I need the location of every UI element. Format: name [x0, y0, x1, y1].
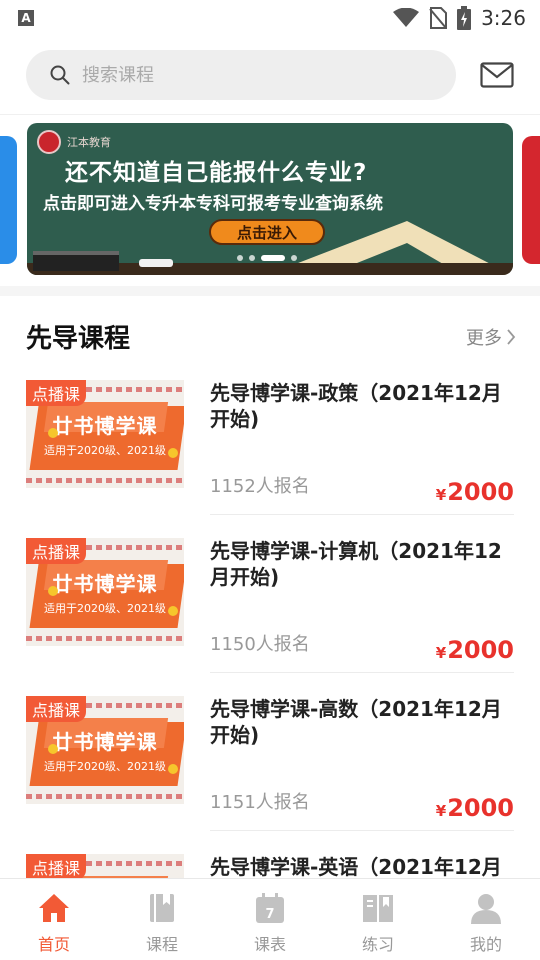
home-icon: [37, 891, 71, 925]
calendar-icon: 7: [253, 891, 287, 925]
currency-symbol: ¥: [435, 486, 447, 504]
clock: 3:26: [481, 6, 526, 30]
carousel-dot[interactable]: [249, 255, 255, 261]
banner-cta-button[interactable]: 点击进入: [209, 219, 325, 245]
eraser-icon: [33, 251, 119, 271]
course-price: ¥ 2000: [436, 478, 514, 506]
course-type-badge: 点播课: [26, 696, 87, 722]
course-item[interactable]: 廿书博学课 适用于2020级、2021级 点播课 先导博学课-英语（2021年1…: [0, 850, 540, 878]
currency-symbol: ¥: [435, 802, 447, 820]
course-type-badge: 点播课: [26, 854, 87, 878]
top-header: [0, 36, 540, 114]
app-screen: A 3:26 搜索课程 江本教育 还不知道自己能报什么专业? 点击即可进入专升本…: [0, 0, 540, 960]
nav-tab-home[interactable]: 首页: [0, 879, 108, 960]
banner-headline: 还不知道自己能报什么专业?: [65, 160, 368, 186]
status-bar: A 3:26: [0, 0, 540, 36]
carousel-indicator: [237, 255, 297, 261]
message-button[interactable]: [480, 60, 514, 90]
banner-logo-text: 江本教育: [67, 136, 111, 149]
course-divider: [210, 830, 514, 831]
search-input[interactable]: [82, 64, 412, 86]
no-sim-icon: [429, 7, 448, 29]
thumbnail-stripe: [26, 636, 184, 641]
course-title[interactable]: 先导博学课-英语（2021年12月开始): [210, 854, 510, 878]
status-icons: 3:26: [393, 6, 526, 30]
nav-label: 我的: [469, 935, 502, 954]
search-icon: [50, 65, 70, 85]
search-bar[interactable]: [26, 50, 456, 100]
thumbnail-subtitle: 适用于2020级、2021级: [44, 444, 166, 457]
coin-icon: [168, 448, 178, 458]
coin-icon: [168, 606, 178, 616]
user-icon: [469, 891, 503, 925]
section-divider: [0, 286, 540, 296]
nav-tab-book[interactable]: 课程: [108, 879, 216, 960]
logo-emblem-icon: [37, 130, 61, 154]
more-link[interactable]: 更多: [466, 324, 516, 350]
thumbnail-subtitle: 适用于2020级、2021级: [44, 760, 166, 773]
banner-slide-current[interactable]: 江本教育 还不知道自己能报什么专业? 点击即可进入专升本专科可报考专业查询系统 …: [27, 123, 513, 275]
nav-label: 课表: [253, 935, 286, 954]
thumbnail-stripe: [26, 478, 184, 483]
course-title[interactable]: 先导博学课-高数（2021年12月开始): [210, 696, 510, 748]
coin-icon: [48, 586, 58, 596]
nav-tab-exercise-book[interactable]: 练习: [324, 879, 432, 960]
nav-tab-user[interactable]: 我的: [432, 879, 540, 960]
nav-label: 课程: [145, 935, 178, 954]
coin-icon: [48, 428, 58, 438]
course-price: ¥ 2000: [436, 636, 514, 664]
section-title: 先导课程: [26, 324, 131, 354]
more-label: 更多: [466, 328, 502, 349]
price-amount: 2000: [447, 636, 514, 664]
coin-icon: [48, 744, 58, 754]
carousel-dot[interactable]: [261, 255, 285, 261]
exercise-book-icon: [361, 891, 395, 925]
course-title[interactable]: 先导博学课-计算机（2021年12月开始): [210, 538, 510, 590]
course-item[interactable]: 廿书博学课 适用于2020级、2021级 点播课 先导博学课-政策（2021年1…: [0, 376, 540, 534]
nav-label: 练习: [361, 935, 394, 954]
carousel-dot[interactable]: [237, 255, 243, 261]
enrollment-count: 1150人报名: [210, 634, 310, 655]
banner-carousel[interactable]: 江本教育 还不知道自己能报什么专业? 点击即可进入专升本专科可报考专业查询系统 …: [0, 114, 540, 286]
banner-slide-prev[interactable]: [0, 136, 17, 264]
svg-text:7: 7: [265, 907, 274, 922]
course-divider: [210, 672, 514, 673]
book-icon: [145, 891, 179, 925]
course-title[interactable]: 先导博学课-政策（2021年12月开始): [210, 380, 510, 432]
thumbnail-stripe: [26, 794, 184, 799]
banner-subline: 点击即可进入专升本专科可报考专业查询系统: [43, 194, 383, 214]
course-list: 廿书博学课 适用于2020级、2021级 点播课 先导博学课-政策（2021年1…: [0, 376, 540, 878]
mail-icon: [480, 62, 514, 88]
course-price: ¥ 2000: [436, 794, 514, 822]
app-notification-icon: A: [18, 10, 34, 26]
nav-tab-calendar[interactable]: 7 课表: [216, 879, 324, 960]
course-type-badge: 点播课: [26, 538, 87, 564]
currency-symbol: ¥: [435, 644, 447, 662]
course-divider: [210, 514, 514, 515]
banner-slide-next[interactable]: [522, 136, 540, 264]
course-item[interactable]: 廿书博学课 适用于2020级、2021级 点播课 先导博学课-高数（2021年1…: [0, 692, 540, 850]
battery-charging-icon: [457, 6, 472, 30]
banner-logo: 江本教育: [37, 130, 111, 154]
course-type-badge: 点播课: [26, 380, 87, 406]
carousel-dot[interactable]: [291, 255, 297, 261]
price-amount: 2000: [447, 478, 514, 506]
chalk-icon: [139, 259, 173, 267]
bottom-nav: 首页 课程 7 课表 练习 我的: [0, 878, 540, 960]
nav-label: 首页: [37, 935, 70, 954]
wifi-icon: [393, 8, 420, 27]
course-item[interactable]: 廿书博学课 适用于2020级、2021级 点播课 先导博学课-计算机（2021年…: [0, 534, 540, 692]
price-amount: 2000: [447, 794, 514, 822]
chevron-right-icon: [507, 329, 516, 345]
enrollment-count: 1152人报名: [210, 476, 310, 497]
coin-icon: [168, 764, 178, 774]
enrollment-count: 1151人报名: [210, 792, 310, 813]
thumbnail-subtitle: 适用于2020级、2021级: [44, 602, 166, 615]
